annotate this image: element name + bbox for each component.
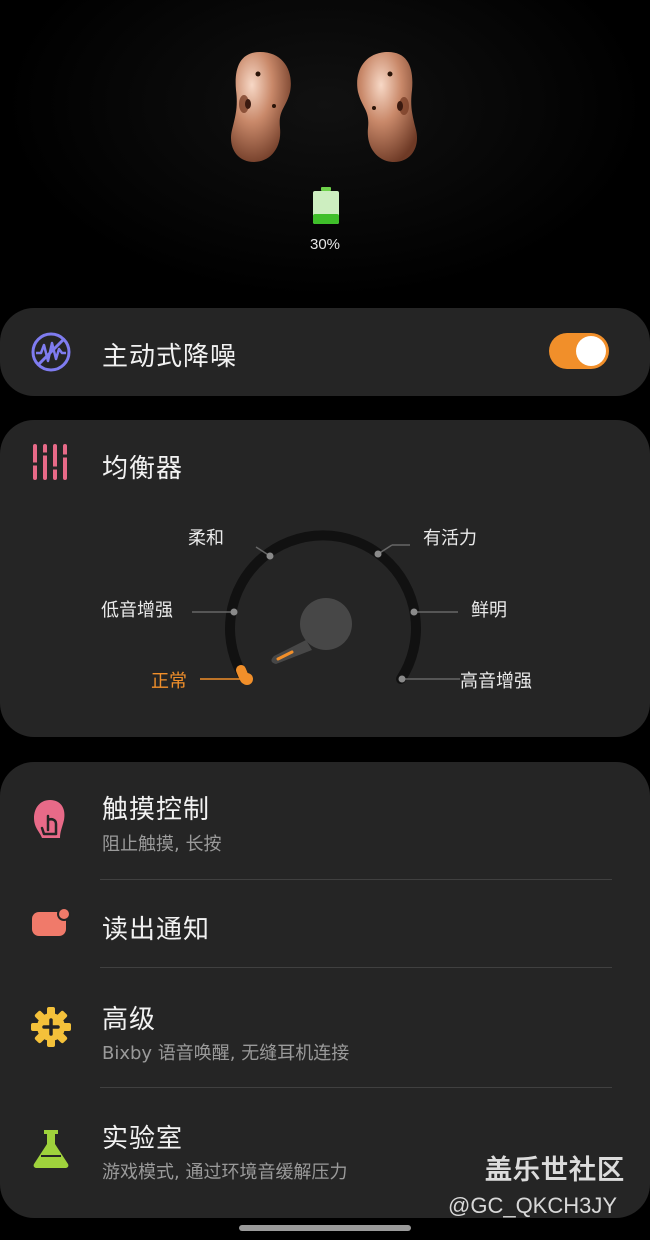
labs-subtitle: 游戏模式, 通过环境音缓解压力 <box>102 1162 348 1183</box>
eq-preset-clear[interactable]: 鲜明 <box>471 596 507 622</box>
gear-plus-icon <box>31 1007 71 1047</box>
watermark-title: 盖乐世社区 <box>485 1155 625 1186</box>
equalizer-title: 均衡器 <box>102 454 184 484</box>
preset-dot-clear[interactable] <box>410 608 418 616</box>
touch-controls-title: 触摸控制 <box>102 795 211 825</box>
list-item-read-notifications[interactable] <box>0 880 650 968</box>
battery-icon <box>313 187 339 224</box>
eq-preset-bass-boost[interactable]: 低音增强 <box>101 596 173 622</box>
flask-icon <box>33 1130 69 1168</box>
touch-controls-subtitle: 阻止触摸, 长按 <box>102 834 222 855</box>
eq-preset-soft[interactable]: 柔和 <box>188 524 224 550</box>
toggle-knob <box>576 336 606 366</box>
preset-dot-bass[interactable] <box>230 608 238 616</box>
touch-icon <box>34 800 65 838</box>
read-notifications-title: 读出通知 <box>102 915 211 945</box>
anc-title: 主动式降噪 <box>102 342 238 372</box>
eq-preset-treble-boost[interactable]: 高音增强 <box>460 667 532 693</box>
earbuds-hero: 30% <box>0 0 650 300</box>
right-earbud-image <box>357 52 418 162</box>
advanced-subtitle: Bixby 语音唤醒, 无缝耳机连接 <box>102 1043 350 1064</box>
equalizer-dial[interactable] <box>190 525 440 700</box>
left-earbud-image <box>230 52 291 162</box>
preset-dot-soft[interactable] <box>266 552 274 560</box>
eq-preset-dynamic[interactable]: 有活力 <box>423 524 477 550</box>
noise-cancel-icon <box>31 332 71 372</box>
equalizer-icon <box>31 444 69 480</box>
preset-dot-treble[interactable] <box>398 675 406 683</box>
anc-toggle[interactable] <box>549 333 609 369</box>
labs-title: 实验室 <box>102 1124 184 1154</box>
advanced-title: 高级 <box>102 1005 157 1035</box>
home-indicator[interactable] <box>239 1225 411 1231</box>
battery-percent: 30% <box>309 236 341 253</box>
list-item-advanced[interactable] <box>0 968 650 1088</box>
eq-preset-normal[interactable]: 正常 <box>151 667 187 693</box>
preset-dot-normal[interactable] <box>241 673 253 685</box>
watermark-handle: @GC_QKCH3JY <box>448 1193 618 1218</box>
leader-line-extensions <box>440 611 460 680</box>
notification-icon <box>32 907 71 936</box>
list-item-touch-controls[interactable] <box>0 762 650 880</box>
dial-knob[interactable] <box>271 598 352 664</box>
preset-dot-dynamic[interactable] <box>374 550 382 558</box>
